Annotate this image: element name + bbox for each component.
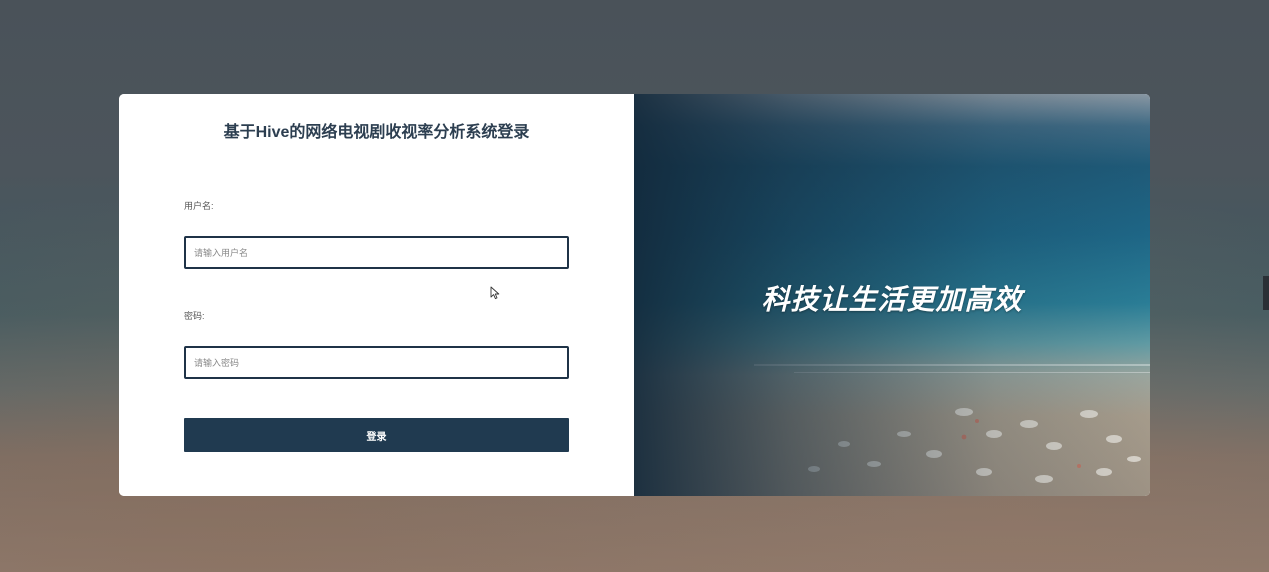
username-input[interactable]: [184, 236, 569, 269]
side-scroll-tab[interactable]: [1263, 276, 1269, 310]
login-button[interactable]: 登录: [184, 418, 569, 452]
beach-banner-image: 科技让生活更加高效: [634, 94, 1150, 496]
password-input[interactable]: [184, 346, 569, 379]
login-title: 基于Hive的网络电视剧收视率分析系统登录: [223, 124, 530, 141]
login-card: 基于Hive的网络电视剧收视率分析系统登录 用户名: 密码: 登录: [119, 94, 1150, 496]
username-label: 用户名:: [184, 201, 214, 211]
mouse-pointer-icon: [490, 286, 500, 300]
banner-slogan: 科技让生活更加高效: [761, 283, 1023, 316]
password-label: 密码:: [184, 311, 205, 321]
login-form-panel: 基于Hive的网络电视剧收视率分析系统登录 用户名: 密码: 登录: [119, 94, 634, 496]
